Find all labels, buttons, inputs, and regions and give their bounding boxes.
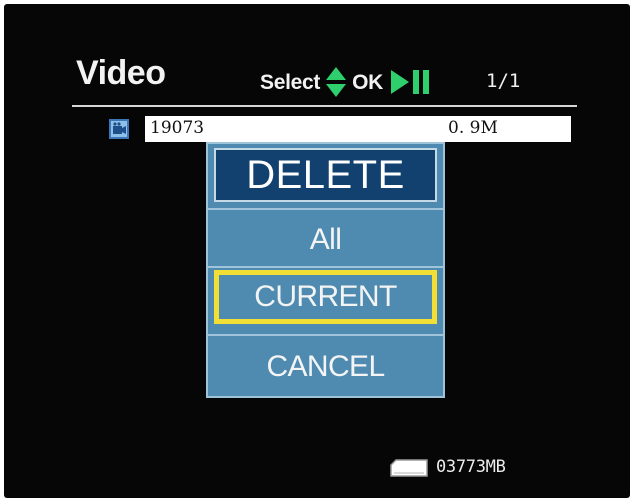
- option-all-button[interactable]: All: [214, 215, 437, 265]
- play-pause-icon: [390, 70, 429, 94]
- video-file-icon: [109, 119, 129, 139]
- page-counter: 1/1: [486, 70, 521, 92]
- dialog-divider: [208, 266, 443, 268]
- file-name: 19073: [150, 118, 205, 138]
- navigation-hint: Select OK: [260, 67, 438, 97]
- up-down-arrows-icon: [326, 67, 347, 97]
- mode-title: Video: [76, 54, 166, 92]
- storage-remaining: 03773MB: [436, 457, 506, 477]
- delete-dialog: DELETE All CURRENT CANCEL: [206, 142, 445, 398]
- header-divider: [72, 105, 577, 107]
- dialog-title: DELETE: [214, 148, 437, 202]
- option-cancel-button[interactable]: CANCEL: [214, 342, 437, 392]
- file-size: 0. 9M: [448, 118, 498, 138]
- hint-ok-label: OK: [352, 70, 383, 94]
- dialog-divider: [208, 208, 443, 210]
- dialog-divider: [208, 334, 443, 336]
- hint-select-label: Select: [260, 70, 321, 94]
- memory-card-icon: [390, 459, 428, 477]
- file-list-row[interactable]: [145, 116, 571, 142]
- option-current-button[interactable]: CURRENT: [214, 270, 437, 324]
- camera-screen: Video Select OK 1/1 19073 0. 9M DELETE A…: [4, 4, 630, 498]
